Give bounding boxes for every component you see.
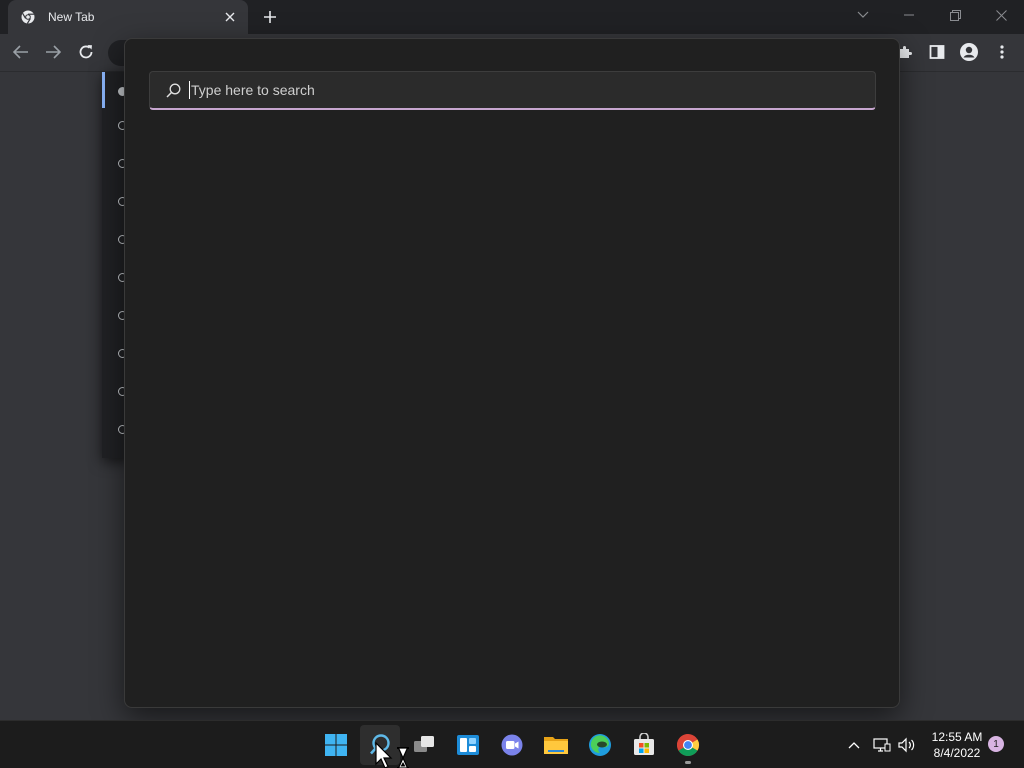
close-icon [995, 9, 1007, 21]
more-vert-icon [1000, 45, 1004, 59]
tab-search-button[interactable] [840, 0, 886, 30]
start-button[interactable] [316, 725, 356, 765]
back-button[interactable] [8, 39, 34, 65]
chat-button[interactable] [492, 725, 532, 765]
chrome-icon [20, 9, 36, 25]
reload-icon [79, 45, 93, 59]
chevron-up-icon [848, 742, 860, 749]
file-explorer-icon [544, 737, 568, 754]
tab-title: New Tab [48, 10, 95, 24]
start-icon [325, 734, 347, 756]
back-arrow-icon [13, 45, 28, 59]
side-panel-icon [929, 45, 945, 59]
store-button[interactable] [624, 725, 664, 765]
avatar-icon [960, 43, 978, 61]
running-indicator [685, 761, 691, 764]
plus-icon [264, 11, 276, 23]
task-view-icon [414, 736, 434, 752]
file-explorer-button[interactable] [536, 725, 576, 765]
store-icon [634, 733, 654, 755]
volume-icon [898, 737, 915, 753]
reload-button[interactable] [73, 39, 99, 65]
tab-new-tab[interactable]: New Tab [8, 0, 248, 34]
windows-search-panel [124, 38, 900, 708]
chevron-down-icon [857, 11, 869, 18]
widgets-button[interactable] [448, 725, 488, 765]
taskbar-clock[interactable]: 12:55 AM 8/4/2022 [926, 729, 988, 761]
close-window-button[interactable] [978, 0, 1024, 30]
tab-close-icon[interactable] [220, 7, 240, 27]
edge-button[interactable] [580, 725, 620, 765]
browser-titlebar: New Tab [0, 0, 1024, 34]
clock-date: 8/4/2022 [933, 746, 981, 760]
volume-button[interactable] [896, 721, 918, 768]
chrome-icon [677, 734, 699, 756]
clock-time: 12:55 AM [931, 730, 983, 744]
puzzle-icon [900, 46, 912, 58]
search-input[interactable] [189, 81, 875, 99]
edge-icon [589, 734, 611, 756]
minimize-icon [904, 14, 914, 16]
chrome-menu-button[interactable] [989, 39, 1015, 65]
forward-button[interactable] [40, 39, 66, 65]
widgets-icon [457, 735, 479, 755]
restore-button[interactable] [932, 0, 978, 30]
network-button[interactable] [871, 721, 893, 768]
chat-icon [501, 734, 523, 756]
forward-arrow-icon [46, 45, 61, 59]
notification-badge[interactable]: 1 [988, 736, 1004, 752]
show-hidden-icons-button[interactable] [842, 721, 866, 768]
search-icon [165, 82, 181, 98]
chrome-taskbar-button[interactable] [668, 725, 708, 765]
search-box[interactable] [149, 71, 876, 110]
profile-button[interactable] [956, 39, 982, 65]
network-icon [873, 738, 891, 752]
new-tab-button[interactable] [258, 5, 282, 29]
minimize-button[interactable] [886, 0, 932, 30]
taskbar: 12:55 AM 8/4/2022 [0, 720, 1024, 768]
mouse-cursor-icon [375, 741, 415, 768]
side-panel-button[interactable] [924, 39, 950, 65]
restore-icon [949, 9, 961, 21]
